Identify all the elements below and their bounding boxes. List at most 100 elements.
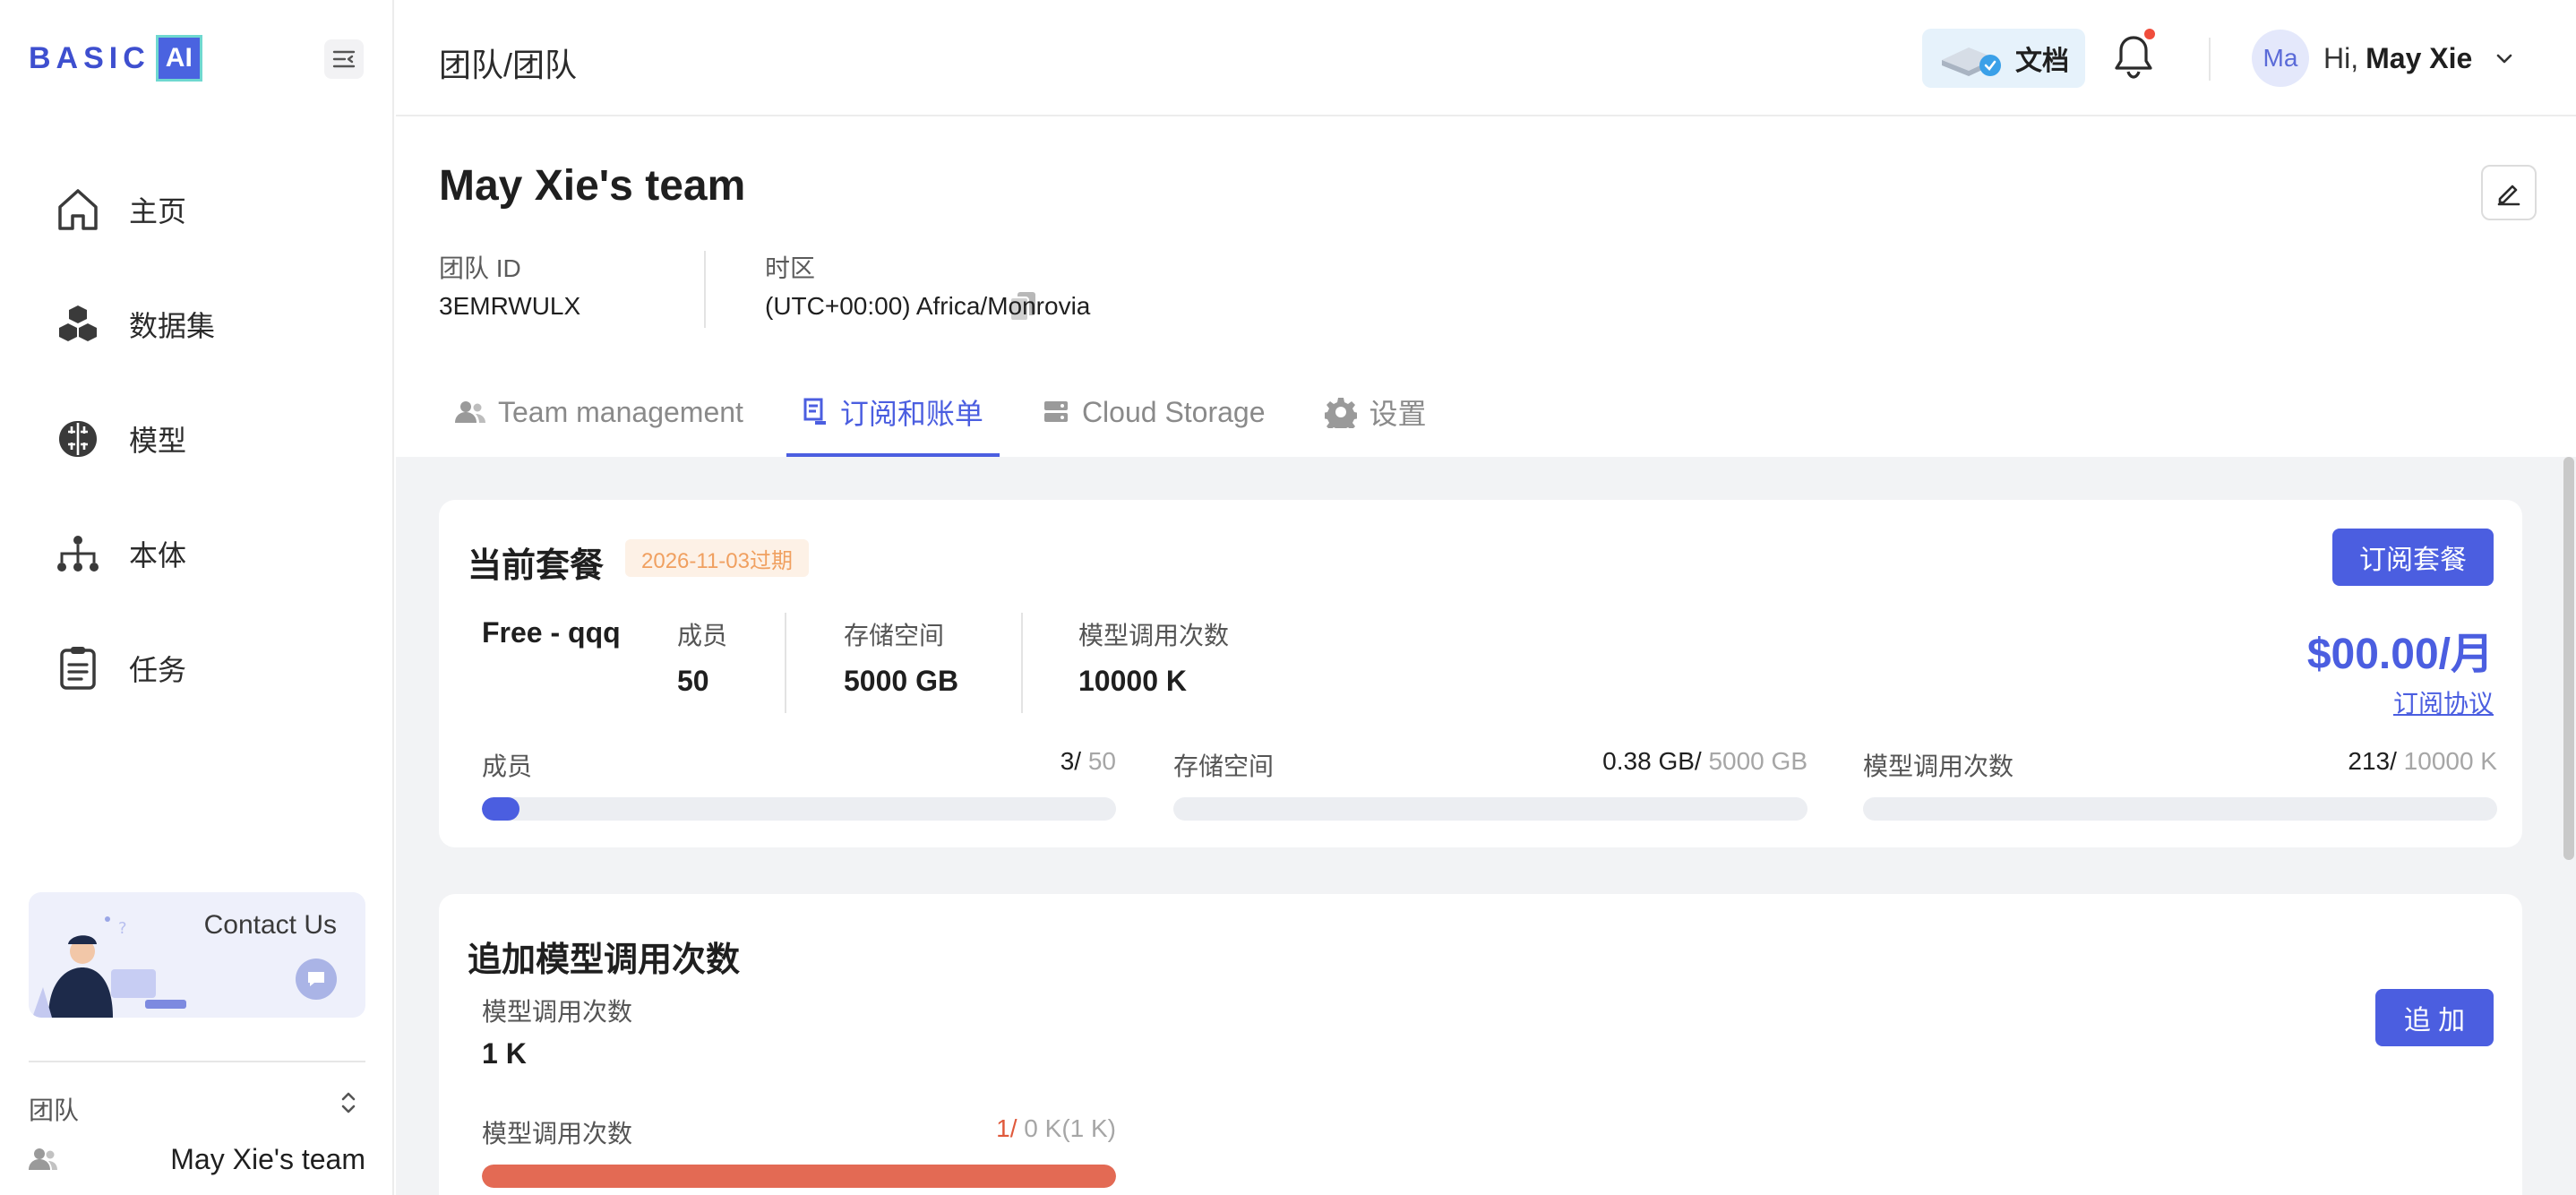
usage-total: 5000 GB (1701, 747, 1807, 775)
tab-subscription-billing[interactable]: 订阅和账单 (786, 367, 1000, 457)
spec-model-calls-value: 10000 K (1078, 665, 1187, 697)
avatar: Ma (2252, 30, 2309, 87)
header-divider (2209, 38, 2211, 81)
current-plan-title: 当前套餐 (468, 547, 605, 585)
tab-team-management[interactable]: Team management (439, 367, 760, 457)
timezone-value: (UTC+00:00) Africa/Monrovia (765, 292, 1091, 320)
notifications-button[interactable] (2114, 29, 2160, 81)
info-divider (704, 251, 706, 328)
tab-label: 设置 (1369, 398, 1427, 430)
team-switch-toggle[interactable] (339, 1089, 358, 1121)
team-id-value: 3EMRWULX (439, 292, 581, 320)
chevron-updown-icon (341, 1092, 356, 1113)
sidebar-item-label: 数据集 (129, 310, 216, 342)
sidebar-item-home[interactable]: 主页 (0, 152, 394, 267)
sidebar-item-models[interactable]: 模型 (0, 382, 394, 496)
addon-value: 1 K (482, 1037, 527, 1070)
edit-icon (2497, 185, 2520, 206)
current-plan-card: 当前套餐 2026-11-03过期 订阅套餐 Free - qqq 成员 50 … (439, 500, 2522, 847)
sidebar-item-label: 模型 (129, 425, 187, 457)
team-info-panel: May Xie's team 团队 ID 3EMRWULX 时区 (UTC+00… (396, 118, 2576, 457)
bell-icon (2115, 36, 2152, 79)
addon-label: 模型调用次数 (482, 998, 633, 1026)
scrollbar-thumb[interactable] (2563, 457, 2574, 860)
chat-icon (296, 959, 337, 1000)
tab-label: Team management (498, 395, 743, 428)
addon-calls-card: 追加模型调用次数 追 加 模型调用次数 1 K 模型调用次数 1/ 0 K(1 … (439, 894, 2522, 1195)
sidebar-item-label: 本体 (129, 539, 187, 572)
usage-progress-bar (482, 1165, 1116, 1188)
storage-icon (1043, 400, 1069, 425)
user-name: May Xie (2366, 41, 2473, 74)
collapse-icon (332, 50, 356, 68)
breadcrumb: 团队/团队 (439, 47, 578, 83)
support-illustration: ? (32, 916, 186, 1018)
content-scrollbar[interactable] (2562, 457, 2576, 1195)
addon-title: 追加模型调用次数 (468, 941, 741, 979)
usage-total: 0 K(1 K) (1017, 1114, 1116, 1142)
sidebar-divider (29, 1061, 365, 1062)
usage-used: 213/ (2348, 747, 2397, 775)
tab-label: Cloud Storage (1081, 395, 1266, 428)
spec-members-label: 成员 (677, 622, 728, 649)
usage-progress-fill (482, 797, 520, 821)
edit-team-button[interactable] (2481, 165, 2537, 220)
docs-button[interactable]: 文档 (1922, 29, 2085, 88)
spec-members-value: 50 (677, 665, 709, 697)
team-icon (455, 400, 485, 425)
usage-used: 0.38 GB/ (1602, 747, 1702, 775)
notification-dot (2144, 29, 2155, 39)
usage-label: 模型调用次数 (482, 1120, 633, 1148)
hierarchy-icon (54, 529, 102, 578)
brain-icon (54, 415, 102, 463)
tab-cloud-storage[interactable]: Cloud Storage (1026, 367, 1282, 457)
subscribe-plan-button[interactable]: 订阅套餐 (2332, 529, 2494, 586)
team-section-label: 团队 (29, 1096, 80, 1124)
spec-storage-value: 5000 GB (844, 665, 959, 697)
plan-price: $00.00/月 (2306, 631, 2494, 678)
usage-total: 10000 K (2396, 747, 2497, 775)
spec-model-calls-label: 模型调用次数 (1078, 622, 1230, 649)
current-team-row[interactable]: May Xie's team (29, 1139, 365, 1179)
team-icon (29, 1148, 57, 1170)
usage-progress-bar (1863, 797, 2497, 821)
tab-settings[interactable]: 设置 (1309, 367, 1443, 457)
spec-storage-label: 存储空间 (844, 622, 945, 649)
team-id-label: 团队 ID (439, 254, 521, 282)
sidebar-item-label: 主页 (129, 195, 187, 228)
current-team-name: May Xie's team (170, 1142, 365, 1175)
gear-icon (1324, 396, 1357, 428)
usage-used: 1/ (996, 1114, 1018, 1142)
user-menu[interactable]: Ma Hi, May Xie (2252, 29, 2513, 88)
contact-us-card[interactable]: ? Contact Us (29, 892, 365, 1018)
docs-icon (1942, 47, 2001, 76)
sidebar-nav: 主页 数据集 模型 本体 任务 (0, 152, 394, 726)
timezone-label: 时区 (765, 254, 816, 282)
sidebar-item-datasets[interactable]: 数据集 (0, 267, 394, 382)
collapse-sidebar-button[interactable] (324, 39, 364, 79)
top-header: 团队/团队 文档 Ma Hi, May Xie (396, 0, 2576, 116)
greeting-text: Hi, (2323, 41, 2359, 74)
usage-addon-calls: 模型调用次数 1/ 0 K(1 K) (482, 1114, 1116, 1188)
team-tabs: Team management 订阅和账单 Cloud Storage 设置 (439, 367, 1470, 457)
home-icon (54, 185, 102, 234)
clipboard-icon (54, 644, 102, 692)
plan-name: Free - qqq (482, 616, 621, 649)
basicai-logo[interactable]: BASIC AI (29, 32, 202, 84)
subscription-agreement-link[interactable]: 订阅协议 (2393, 684, 2494, 720)
billing-icon (803, 398, 828, 426)
add-calls-button[interactable]: 追 加 (2375, 989, 2494, 1046)
team-title: May Xie's team (439, 162, 746, 210)
usage-progress-fill (482, 1165, 1116, 1188)
usage-label: 模型调用次数 (1863, 752, 2014, 780)
tab-label: 订阅和账单 (839, 398, 983, 430)
sidebar-item-label: 任务 (129, 654, 187, 686)
spec-divider (1021, 613, 1023, 713)
usage-label: 存储空间 (1173, 752, 1275, 780)
sidebar-item-ontology[interactable]: 本体 (0, 496, 394, 611)
expiry-badge: 2026-11-03过期 (625, 539, 809, 577)
sidebar-item-tasks[interactable]: 任务 (0, 611, 394, 726)
usage-label: 成员 (482, 752, 533, 780)
logo-text: BASIC (29, 40, 150, 75)
usage-progress-bar (482, 797, 1116, 821)
